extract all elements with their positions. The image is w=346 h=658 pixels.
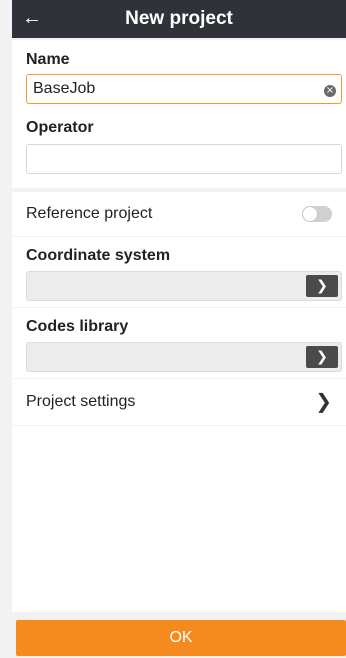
phone-screen: ← New project Name × Operator Reference … [12,0,346,658]
basic-info-panel: Name × Operator [12,40,346,188]
codes-library-section: Codes library ❯ [12,308,346,378]
page-title: New project [125,8,233,29]
chevron-right-icon[interactable]: ❯ [306,346,338,368]
name-input[interactable] [26,74,342,104]
ok-button[interactable]: OK [16,620,346,656]
codes-library-select[interactable]: ❯ [26,342,342,372]
coordinate-system-section: Coordinate system ❯ [12,237,346,307]
codes-library-label: Codes library [26,318,129,335]
operator-input[interactable] [26,144,342,174]
coordinate-system-select[interactable]: ❯ [26,271,342,301]
chevron-right-icon[interactable]: ❯ [306,275,338,297]
toggle-knob [302,206,318,222]
name-label: Name [26,51,70,68]
name-field-wrapper: × [12,74,346,106]
chevron-right-icon[interactable]: ❯ [315,389,332,413]
reference-project-label: Reference project [26,205,153,222]
project-settings-label: Project settings [26,393,136,410]
coordinate-system-label: Coordinate system [26,247,171,264]
top-bar: ← New project [12,0,346,38]
operator-label: Operator [26,119,94,136]
reference-project-toggle[interactable] [302,206,332,222]
project-settings-row[interactable]: Project settings ❯ [12,379,346,425]
clear-icon[interactable]: × [324,85,336,97]
reference-project-row[interactable]: Reference project [12,192,346,236]
content-area [12,426,346,612]
